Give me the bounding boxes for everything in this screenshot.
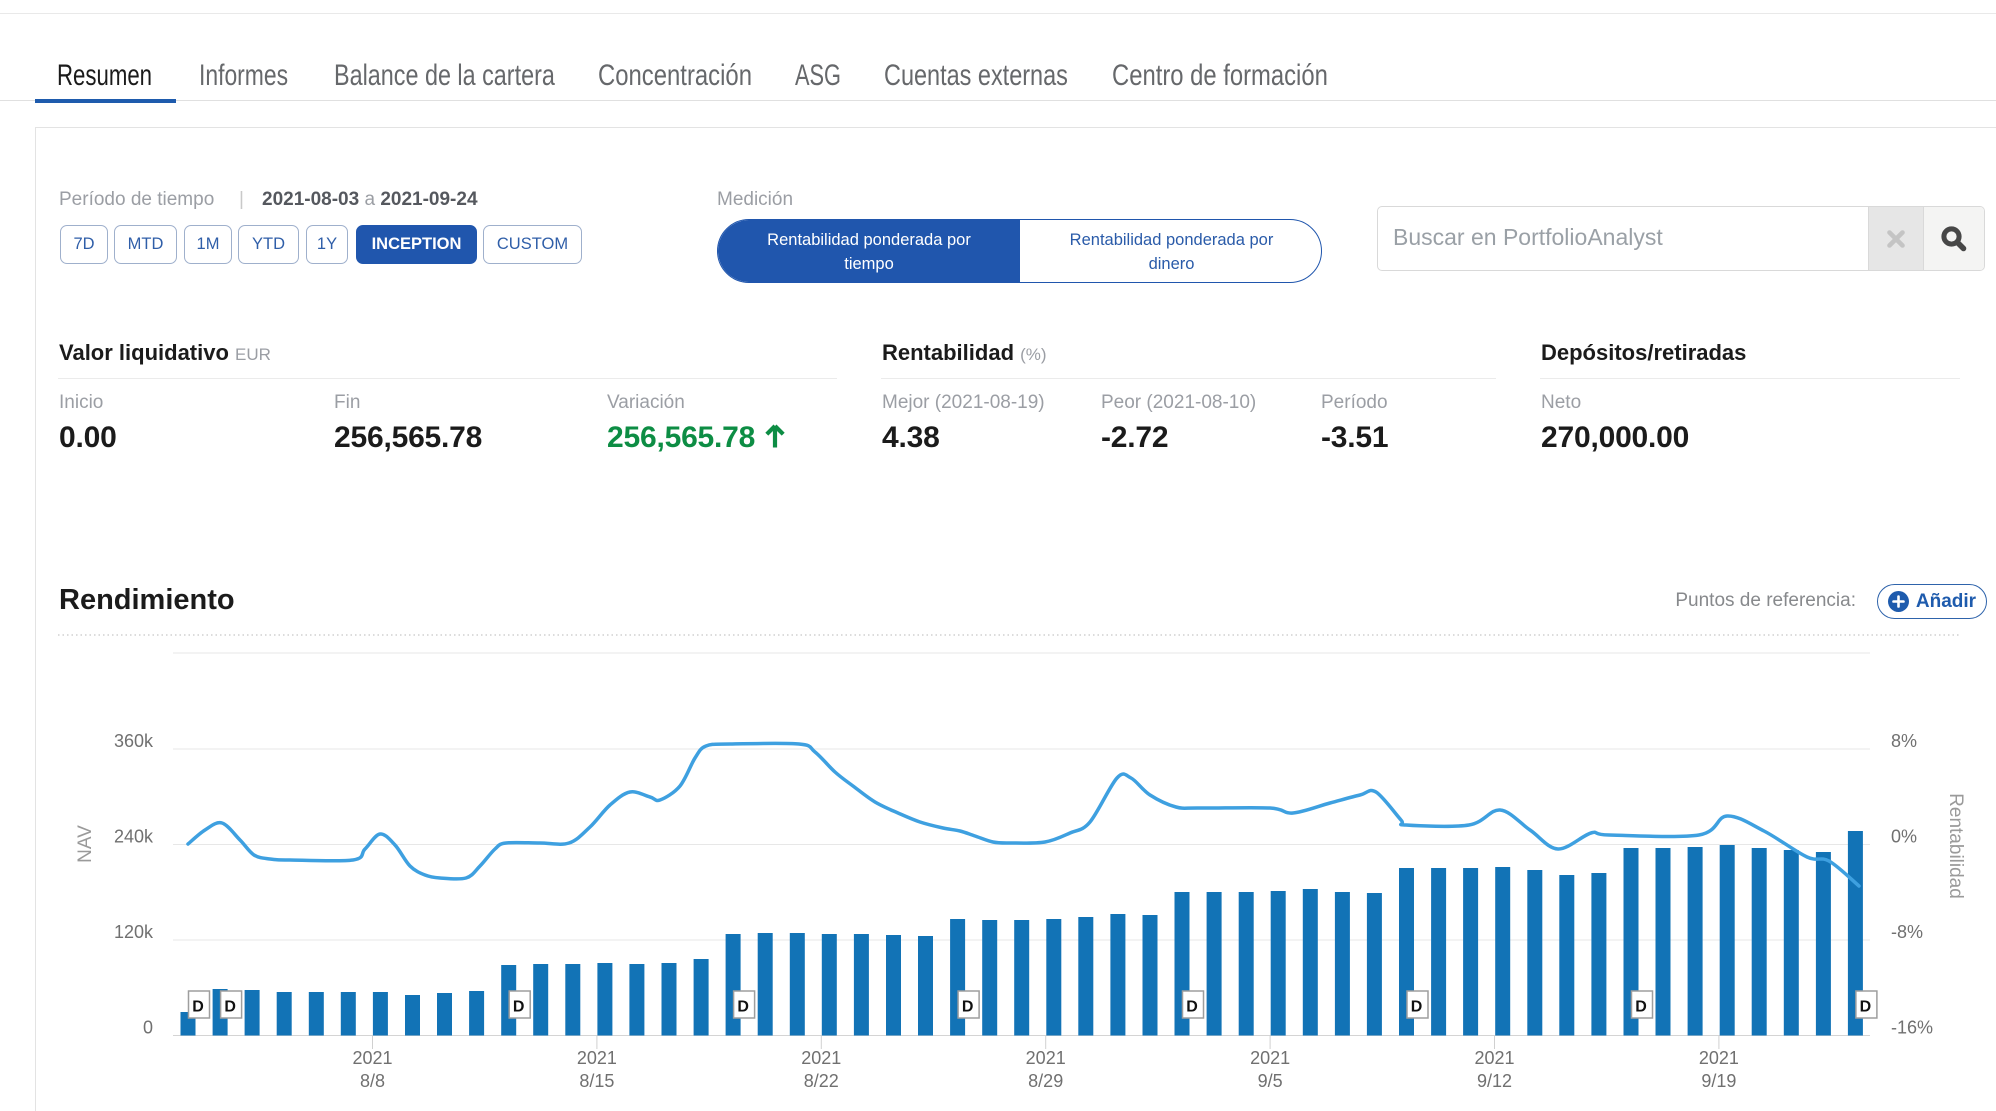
svg-text:D: D	[1186, 999, 1198, 1016]
svg-text:120k: 120k	[114, 922, 154, 942]
svg-text:Rentabilidad: Rentabilidad	[1945, 793, 1966, 899]
svg-text:360k: 360k	[114, 731, 154, 751]
svg-text:NAV: NAV	[75, 825, 96, 863]
svg-text:9/19: 9/19	[1701, 1071, 1736, 1091]
svg-text:D: D	[224, 999, 236, 1016]
svg-text:2021: 2021	[1699, 1048, 1739, 1068]
svg-text:D: D	[737, 999, 749, 1016]
svg-text:8/8: 8/8	[360, 1071, 385, 1091]
svg-text:2021: 2021	[801, 1048, 841, 1068]
svg-text:8/22: 8/22	[804, 1071, 839, 1091]
svg-text:240k: 240k	[114, 827, 154, 847]
svg-text:2021: 2021	[577, 1048, 617, 1068]
svg-text:-8%: -8%	[1891, 922, 1923, 942]
svg-text:8/15: 8/15	[579, 1071, 614, 1091]
svg-text:8%: 8%	[1891, 731, 1917, 751]
svg-text:2021: 2021	[1250, 1048, 1290, 1068]
svg-text:D: D	[1860, 999, 1872, 1016]
svg-text:D: D	[962, 999, 974, 1016]
svg-text:D: D	[513, 999, 525, 1016]
svg-text:D: D	[1635, 999, 1647, 1016]
svg-text:0%: 0%	[1891, 827, 1917, 847]
svg-text:D: D	[1411, 999, 1423, 1016]
svg-text:2021: 2021	[1026, 1048, 1066, 1068]
svg-text:8/29: 8/29	[1028, 1071, 1063, 1091]
svg-text:2021: 2021	[352, 1048, 392, 1068]
svg-text:D: D	[192, 999, 204, 1016]
svg-text:2021: 2021	[1474, 1048, 1514, 1068]
svg-text:9/12: 9/12	[1477, 1071, 1512, 1091]
svg-text:0: 0	[143, 1018, 153, 1038]
svg-text:9/5: 9/5	[1258, 1071, 1283, 1091]
svg-text:-16%: -16%	[1891, 1018, 1933, 1038]
